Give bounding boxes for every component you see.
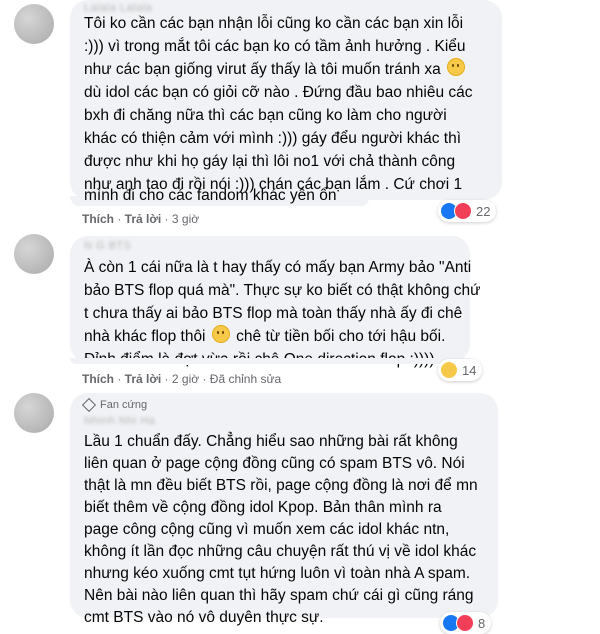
avatar[interactable] [14, 4, 54, 44]
comment-text: Tôi ko cần các bạn nhận lỗi cũng ko cần … [84, 15, 464, 32]
love-reaction-icon [454, 202, 472, 220]
reaction-summary[interactable]: 8 [440, 612, 492, 634]
comment-actions: Thích · Trả lời · 2 giờ · Đã chỉnh sửa [82, 372, 282, 386]
comment-time[interactable]: 2 giờ [172, 372, 199, 386]
fan-badge: Fan cứng [81, 397, 148, 413]
edited-label[interactable]: Đã chỉnh sửa [210, 372, 281, 386]
reaction-count: 8 [478, 615, 486, 631]
comment-text: như các bạn giống virut ấy thấy là tôi m… [84, 58, 467, 81]
comment-text-line: như các bạn giống virut ấy thấy là tôi m… [84, 61, 441, 78]
reaction-count: 14 [462, 362, 477, 378]
comment-text: nhà khác flop thôi chê từ tiền bối cho t… [84, 325, 445, 348]
reaction-summary[interactable]: 14 [438, 359, 483, 381]
comment-author[interactable]: Nhinh Nhi Ha [84, 415, 155, 427]
reply-button[interactable]: Trả lời [125, 212, 162, 226]
comment-text: À còn 1 cái nữa là t hay thấy có mấy bạn… [84, 259, 472, 276]
comment-text: liên quan ở page cộng đồng cũng có spam … [84, 455, 465, 472]
diamond-icon [81, 397, 97, 413]
comment-actions: Thích · Trả lời · 3 giờ [82, 212, 200, 226]
thinking-reaction-icon [440, 361, 458, 379]
comment-text: Lầu 1 chuẩn đấy. Chẳng hiểu sao những bà… [84, 433, 458, 450]
comment-bubble: N G BTS À còn 1 cái nữa là t hay thấy có… [70, 236, 481, 368]
comment-time[interactable]: 3 giờ [172, 212, 199, 226]
comment-text: biết thêm về cộng đồng idol Kpop. Bản th… [84, 499, 442, 516]
thinking-emoji-icon [211, 325, 230, 343]
like-button[interactable]: Thích [82, 212, 114, 226]
comment-bubble: Lalala Lalala Tôi ko cần các bạn nhận lỗ… [70, 0, 502, 200]
comment-text: t chưa thấy ai bảo BTS flop mà toàn thấy… [84, 305, 463, 322]
like-button[interactable]: Thích [82, 372, 114, 386]
comment-text: mình đi cho các fandom khác yên ổn [84, 187, 337, 204]
comment-text: Nên bài nào liên quan thì hãy spam chứ c… [84, 587, 474, 604]
comment-bubble-tail [70, 358, 470, 364]
comment-text: page công cộng cũng vì muốn xem các idol… [84, 521, 450, 538]
comment-text: dù idol các bạn có giỏi cỡ nào . Đứng đầ… [84, 84, 473, 101]
reaction-summary[interactable]: 22 [438, 200, 497, 222]
avatar[interactable] [14, 393, 54, 433]
comment-text: cmt BTS vào nó vô duyên thực sự. [84, 609, 324, 626]
comment-author[interactable]: N G BTS [84, 240, 132, 252]
comment-text-line: nhà khác flop thôi [84, 328, 206, 345]
comment-text: thật là mn đều biết BTS rồi, page cộng đ… [84, 477, 478, 494]
comment-text: bảo BTS flop quá mà". Thực sự ko biết có… [84, 282, 481, 299]
smile-emoji-icon [447, 58, 466, 76]
love-reaction-icon [456, 614, 474, 632]
reply-button[interactable]: Trả lời [125, 372, 162, 386]
comment-text: được như khi họ gáy lại thì lôi no1 với … [84, 153, 456, 170]
badge-label: Fan cứng [100, 399, 148, 411]
comment-text: bxh đi chăng nữa thì các bạn cũng ko làm… [84, 107, 447, 124]
comment-text: :))) vì trong mắt tôi các bạn ko có tầm … [84, 38, 466, 55]
avatar[interactable] [14, 234, 54, 274]
comment-text: khác có thiện cảm với mình :))) gáy đểu … [84, 130, 462, 147]
reaction-count: 22 [476, 203, 491, 219]
comment-text: không ít lần đọc những câu chuyện rất th… [84, 543, 477, 560]
comment-text: nhưng kéo xuống cmt tụt hứng luôn vì toà… [84, 565, 471, 582]
comment-text-line: chê từ tiền bối cho tới hậu bối. [236, 328, 446, 345]
comment-bubble: Fan cứng Nhinh Nhi Ha Lầu 1 chuẩn đấy. C… [70, 393, 498, 626]
